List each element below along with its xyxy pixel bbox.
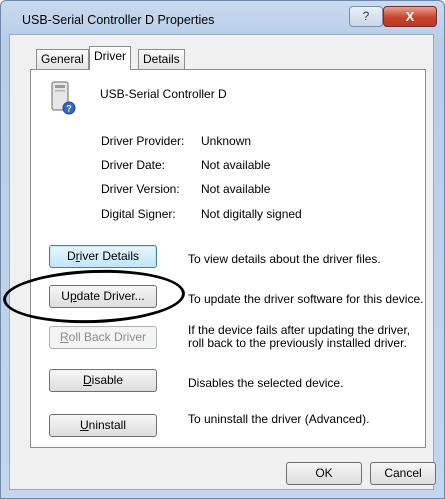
driver-version-value: Not available <box>201 182 271 196</box>
driver-details-description: To view details about the driver files. <box>188 252 381 266</box>
disable-button[interactable]: Disable <box>49 369 157 392</box>
roll-back-driver-button[interactable]: Roll Back Driver <box>49 326 157 349</box>
driver-provider-value: Unknown <box>201 134 252 148</box>
disable-description: Disables the selected device. <box>188 376 344 390</box>
device-icon: ? <box>51 81 76 115</box>
driver-date-value: Not available <box>201 158 271 172</box>
update-driver-button[interactable]: Update Driver... <box>49 285 157 308</box>
ok-button[interactable]: OK <box>286 462 362 485</box>
roll-back-driver-description: If the device fails after updating the d… <box>188 323 411 350</box>
device-name: USB-Serial Controller D <box>100 87 227 101</box>
driver-details-label-post: iver Details <box>79 249 140 263</box>
disable-label-post: isable <box>91 373 124 387</box>
driver-details-label-pre: D <box>66 249 76 263</box>
help-button[interactable]: ? <box>349 6 383 27</box>
uninstall-description: To uninstall the driver (Advanced). <box>188 412 370 426</box>
uninstall-accel: U <box>79 418 89 432</box>
driver-date-label: Driver Date: <box>101 158 166 172</box>
update-driver-label-post: date Driver... <box>76 289 145 303</box>
svg-text:?: ? <box>66 104 72 114</box>
cancel-button[interactable]: Cancel <box>370 462 436 485</box>
update-driver-label-pre: U <box>61 289 70 303</box>
tab-general[interactable]: General <box>36 49 89 69</box>
driver-details-button[interactable]: Driver Details <box>49 245 157 268</box>
roll-back-accel: R <box>59 330 69 344</box>
tab-details[interactable]: Details <box>138 49 185 69</box>
close-button[interactable]: X <box>383 6 437 27</box>
digital-signer-label: Digital Signer: <box>101 207 176 221</box>
tab-driver[interactable]: Driver <box>89 46 131 70</box>
driver-provider-label: Driver Provider: <box>101 134 185 148</box>
uninstall-button[interactable]: Uninstall <box>49 414 157 437</box>
window-title: USB-Serial Controller D Properties <box>22 13 215 27</box>
disable-accel: D <box>82 373 92 387</box>
digital-signer-value: Not digitally signed <box>201 207 302 221</box>
roll-back-label-post: oll Back Driver <box>68 330 147 344</box>
driver-version-label: Driver Version: <box>101 182 180 196</box>
update-driver-description: To update the driver software for this d… <box>188 292 424 306</box>
uninstall-label-post: ninstall <box>88 418 127 432</box>
update-driver-accel: p <box>69 289 77 303</box>
